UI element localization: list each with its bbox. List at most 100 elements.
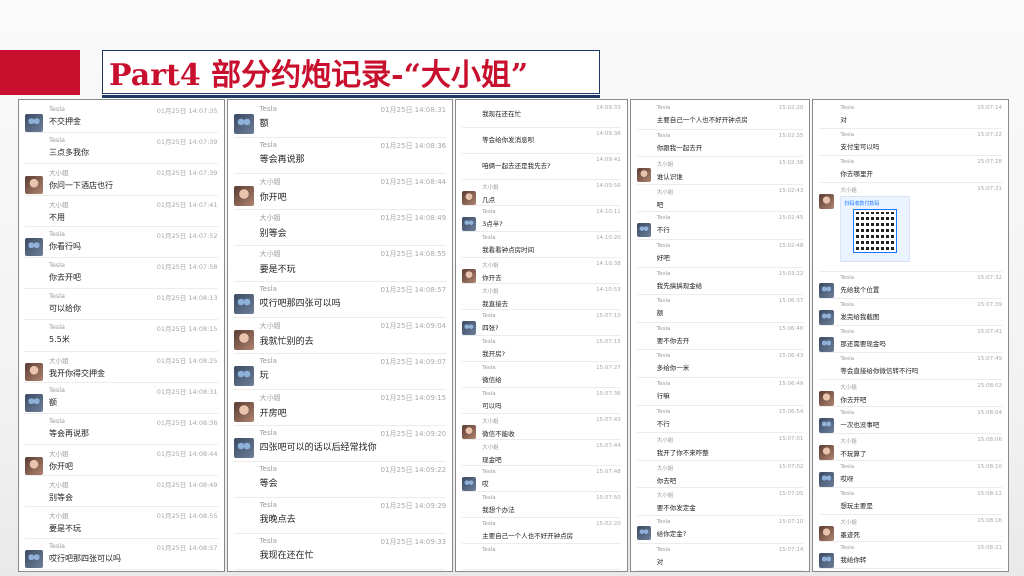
- message-text: 等会再说那: [259, 155, 305, 165]
- message-timestamp: 15:03:22: [778, 270, 804, 277]
- message-timestamp: 15:02:48: [778, 242, 804, 249]
- slide-title: Part4 部分约炮记录-“大小姐”: [109, 58, 529, 93]
- avatar-spacer: [234, 258, 254, 278]
- message-timestamp: 01月25日 14:09:07: [380, 358, 447, 366]
- message-text: 我先搞搞现金给: [656, 281, 703, 290]
- message-timestamp: 01月25日 14:08:25: [156, 356, 218, 365]
- chat-message: 大小姐 你开吧 01月25日 14:08:44: [25, 445, 218, 477]
- message-timestamp: 01月25日 14:08:31: [380, 106, 447, 114]
- message-text: 吧: [656, 200, 664, 209]
- message-timestamp: 15:07:02: [778, 463, 804, 470]
- chat-message: Tesla 3点半? 14:10:11: [462, 206, 621, 232]
- chat-message: 大小姐 墨迹死 15:08:16: [819, 515, 1002, 543]
- message-text: 哎行吧那四张可以吗: [259, 299, 341, 309]
- chat-message: Tesla 微信给 15:07:27: [462, 362, 621, 388]
- avatar-spacer: [25, 207, 43, 225]
- chat-message: 大小姐 不玩算了 15:08:06: [819, 434, 1002, 462]
- chat-message: 大小姐 你去吧 15:07:02: [636, 461, 804, 489]
- chat-message: Tesla 玩 01月25日 14:09:07: [233, 354, 447, 390]
- message-text: 主要自己一个人也不好开钟点房: [656, 116, 748, 124]
- chat-message: 大小姐 微信不能收 15:07:43: [462, 414, 621, 440]
- message-text: 我给你转: [840, 556, 867, 565]
- message-text: 额: [656, 309, 664, 318]
- avatar: [25, 238, 43, 257]
- message-timestamp: 15:07:10: [778, 518, 804, 525]
- chat-message: 大小姐 我开你得交押金 01月25日 14:08:25: [25, 352, 218, 383]
- chat-message: Tesla 额 01月25日 14:08:31: [233, 102, 447, 138]
- chat-message: Tesla 不交押金 01月25日 14:07:35: [25, 102, 218, 134]
- message-text: 等会直接给你微信转不行吗: [840, 367, 919, 376]
- message-text: 不行: [656, 226, 670, 235]
- message-timestamp: 01月25日 14:07:58: [156, 262, 218, 271]
- avatar: [233, 330, 254, 350]
- chat-message: Tesla 给你定金? 15:07:10: [636, 516, 804, 544]
- avatar-spacer: [462, 243, 476, 257]
- message-text: 一次也没事吧: [840, 421, 880, 430]
- message-timestamp: 15:02:38: [778, 160, 804, 167]
- message-text: 可以给你: [49, 304, 81, 314]
- avatar-spacer: [25, 301, 43, 319]
- message-text: 别等会: [259, 229, 287, 239]
- message-timestamp: 15:07:36: [596, 391, 621, 397]
- avatar: [819, 417, 835, 433]
- message-timestamp: 14:10:53: [596, 287, 621, 293]
- message-timestamp: 15:02:20: [778, 105, 804, 111]
- avatar-spacer: [819, 499, 834, 514]
- chat-message: 大小姐 我直接去 14:10:53: [462, 284, 621, 310]
- avatar-spacer: [819, 364, 834, 379]
- chat-message: Tesla 你去哪里开 15:07:28: [819, 156, 1002, 183]
- avatar: [462, 476, 477, 491]
- message-timestamp: 01月25日 14:07:39: [156, 138, 218, 147]
- message-text: 要是不玩: [259, 265, 296, 275]
- chat-message: 大小姐 几点 14:09:56: [462, 180, 621, 206]
- message-timestamp: 01月25日 14:08:57: [380, 286, 447, 294]
- message-timestamp: 14:09:36: [596, 131, 621, 137]
- chat-message: 大小姐 我就忙别的去 01月25日 14:09:04: [233, 318, 447, 354]
- avatar: [819, 309, 835, 325]
- chat-message: Tesla 可以给你 01月25日 14:08:13: [25, 289, 218, 321]
- chat-message: Tesla 哎呀 15:08:10: [819, 461, 1002, 489]
- avatar: [819, 471, 835, 487]
- chat-message: 大小姐 现金吧 15:07:44: [462, 440, 621, 466]
- message-timestamp: 14:09:33: [596, 105, 621, 111]
- message-text: 玩: [259, 371, 269, 381]
- message-text: 不交押金: [49, 117, 81, 126]
- message-timestamp: 15:07:10: [596, 313, 621, 319]
- chat-message: Tesla 哎 15:07:48: [462, 466, 621, 492]
- message-text: 谁认识谁: [656, 173, 683, 182]
- message-text: 3点半?: [482, 220, 503, 228]
- message-text: 墨迹死: [840, 531, 860, 540]
- avatar: [819, 282, 835, 298]
- message-text: 对: [656, 557, 664, 566]
- chat-message: Tesla 想玩主要是 15:08:12: [819, 488, 1002, 516]
- message-text: 我就忙别的去: [259, 337, 314, 347]
- message-timestamp: 14:09:41: [596, 157, 621, 163]
- payment-qr-card[interactable]: 扫码收款付款码: [840, 196, 911, 262]
- avatar: [25, 394, 43, 413]
- avatar-spacer: [819, 140, 834, 155]
- message-text: 支付宝可以吗: [840, 143, 880, 151]
- message-timestamp: 15:08:06: [977, 437, 1002, 444]
- avatar-spacer: [462, 451, 476, 465]
- chat-message: Tesla 四张吧可以的话以后经常找你 01月25日 14:09:20: [233, 426, 447, 462]
- message-timestamp: 15:08:10: [977, 464, 1002, 471]
- message-text: 那还需要现金吗: [840, 340, 886, 349]
- avatar-spacer: [819, 167, 834, 182]
- message-text: 你去开吧: [49, 272, 81, 282]
- avatar: [462, 424, 477, 439]
- message-text: 我开房?: [482, 350, 506, 358]
- chat-message: Tesla 四张? 15:07:10: [462, 310, 621, 336]
- message-text: 你跟我一起去开: [656, 143, 703, 152]
- message-text: 我开你得交押金: [49, 368, 105, 378]
- message-timestamp: 15:07:32: [977, 275, 1002, 282]
- message-text: 你问一下酒店也行: [49, 181, 113, 191]
- avatar-spacer: [462, 399, 476, 413]
- avatar-spacer: [462, 347, 476, 361]
- chat-message: Tesla 那还需要现金吗 15:07:41: [819, 326, 1002, 354]
- message-text: 5.5米: [49, 335, 70, 345]
- avatar: [233, 402, 254, 422]
- avatar-spacer: [637, 361, 651, 375]
- message-text: 你看行吗: [49, 241, 81, 251]
- message-text: 等会: [259, 479, 278, 489]
- message-text: 额: [49, 397, 57, 407]
